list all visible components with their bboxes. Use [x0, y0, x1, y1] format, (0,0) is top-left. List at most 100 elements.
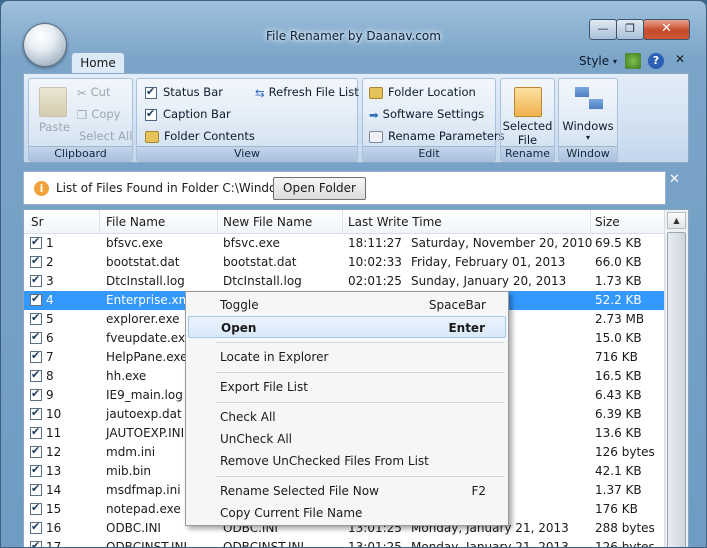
menu-item-rename-selected[interactable]: Rename Selected File Now F2	[188, 480, 506, 502]
cell-sr: 4	[46, 293, 54, 307]
folder-location-button[interactable]: Folder Location	[369, 85, 476, 99]
select-all-button[interactable]: Select All	[79, 129, 132, 143]
row-checkbox[interactable]	[30, 501, 42, 515]
menu-item-open[interactable]: Open Enter	[188, 316, 506, 338]
cell-size: 66.0 KB	[595, 255, 642, 269]
cell-size: 16.5 KB	[595, 369, 642, 383]
cell-file-name: notepad.exe	[106, 502, 181, 516]
row-checkbox[interactable]	[30, 539, 42, 547]
open-folder-button[interactable]: Open Folder	[273, 177, 366, 200]
cell-sr: 7	[46, 350, 54, 364]
group-label-clipboard: Clipboard	[29, 146, 132, 161]
close-button[interactable]: ✕	[643, 19, 690, 40]
printer-icon[interactable]	[625, 53, 641, 69]
rename-parameters-button[interactable]: Rename Parameters	[369, 129, 505, 143]
column-header-size[interactable]: Size	[595, 215, 620, 229]
maximize-button[interactable]: ❐	[616, 19, 644, 40]
arrow-right-icon: ➡	[369, 107, 379, 122]
row-checkbox[interactable]	[30, 482, 42, 496]
cut-label: Cut	[90, 85, 111, 99]
row-checkbox[interactable]	[30, 292, 42, 306]
column-header-last-write[interactable]: Last Write Time	[348, 215, 442, 229]
cell-sr: 14	[46, 483, 62, 497]
tab-home[interactable]: Home	[71, 52, 125, 74]
row-checkbox[interactable]	[30, 311, 42, 325]
row-checkbox[interactable]	[30, 368, 42, 382]
clipboard-file-icon	[514, 87, 542, 117]
row-checkbox[interactable]	[30, 444, 42, 458]
row-checkbox[interactable]	[30, 273, 42, 287]
folder-icon	[369, 86, 383, 99]
table-row[interactable]: 3 DtcInstall.log DtcInstall.log 02:01:25 Sun…	[24, 272, 664, 291]
table-row[interactable]: 1 bfsvc.exe bfsvc.exe 18:11:27 Saturday, Nov…	[24, 234, 664, 253]
row-checkbox[interactable]	[30, 254, 42, 268]
column-header-sr[interactable]: Sr	[31, 215, 44, 229]
row-checkbox[interactable]	[30, 425, 42, 439]
cell-new-file-name: DtcInstall.log	[223, 274, 302, 288]
cell-size: 1.73 KB	[595, 274, 642, 288]
folder-contents-button[interactable]: Folder Contents	[145, 129, 255, 143]
cell-size: 6.43 KB	[595, 388, 642, 402]
windows-button[interactable]: Windows ▾	[559, 119, 617, 142]
menu-item-export-file-list[interactable]: Export File List	[188, 376, 506, 398]
software-settings-button[interactable]: ➡ Software Settings	[369, 107, 484, 122]
chevron-down-icon[interactable]: ▾	[613, 57, 617, 66]
row-checkbox[interactable]	[30, 463, 42, 477]
list-header: Sr File Name New File Name Last Write Ti…	[24, 210, 664, 234]
caption-bar-checkbox[interactable]: Caption Bar	[145, 107, 231, 121]
cell-sr: 9	[46, 388, 54, 402]
table-row[interactable]: 2 bootstat.dat bootstat.dat 10:02:33 Friday,…	[24, 253, 664, 272]
cell-file-name: explorer.exe	[106, 312, 180, 326]
column-divider[interactable]	[590, 210, 591, 234]
cell-size: 716 KB	[595, 350, 638, 364]
cell-size: 6.39 KB	[595, 407, 642, 421]
row-checkbox[interactable]	[30, 387, 42, 401]
menu-item-remove-unchecked[interactable]: Remove UnChecked Files From List	[188, 450, 506, 472]
menu-item-toggle[interactable]: Toggle SpaceBar	[188, 294, 506, 316]
column-divider[interactable]	[99, 210, 100, 234]
cell-date: Saturday, November 20, 2010	[411, 236, 593, 250]
refresh-file-list-button[interactable]: ⇆ Refresh File List	[255, 85, 359, 100]
menu-item-copy-file-name[interactable]: Copy Current File Name	[188, 502, 506, 524]
column-header-new-file-name[interactable]: New File Name	[223, 215, 312, 229]
cut-button[interactable]: ✂ Cut	[77, 85, 110, 100]
cell-time: 18:11:27	[348, 236, 402, 250]
scroll-up-icon[interactable]: ▲	[667, 212, 686, 229]
app-window: File Renamer by Daanav.com — ❐ ✕ Home St…	[0, 0, 707, 548]
row-checkbox[interactable]	[30, 330, 42, 344]
row-checkbox[interactable]	[30, 406, 42, 420]
table-row[interactable]: 17 ODBCINST.INI ODBCINST.INI 13:01:25 Monday…	[24, 538, 664, 548]
minimize-button[interactable]: —	[589, 19, 617, 40]
row-checkbox[interactable]	[30, 349, 42, 363]
cell-size: 176 KB	[595, 502, 638, 516]
help-icon[interactable]: ?	[648, 53, 664, 69]
cell-date: Monday, January 21, 2013	[411, 540, 569, 548]
row-checkbox[interactable]	[30, 520, 42, 534]
info-bar-close-icon[interactable]: ✕	[669, 172, 680, 187]
selected-file-button[interactable]: Selected File	[501, 119, 554, 147]
ribbon-close-icon[interactable]: ✕	[672, 52, 688, 68]
style-menu[interactable]: Style	[579, 54, 609, 68]
menu-item-check-all[interactable]: Check All	[188, 406, 506, 428]
menu-label: UnCheck All	[220, 432, 292, 446]
application-menu-button[interactable]	[23, 23, 67, 67]
status-bar-checkbox[interactable]: Status Bar	[145, 85, 223, 99]
cell-new-file-name: bfsvc.exe	[223, 236, 280, 250]
paste-button[interactable]: Paste	[39, 120, 70, 134]
column-divider[interactable]	[342, 210, 343, 234]
row-checkbox[interactable]	[30, 235, 42, 249]
software-settings-label: Software Settings	[382, 107, 485, 121]
vertical-scrollbar[interactable]: ▲	[664, 210, 688, 547]
paste-icon	[39, 87, 67, 117]
menu-separator	[216, 372, 504, 373]
menu-item-uncheck-all[interactable]: UnCheck All	[188, 428, 506, 450]
cell-file-name: fveupdate.exe	[106, 331, 193, 345]
menu-item-locate-in-explorer[interactable]: Locate in Explorer	[188, 346, 506, 368]
scroll-thumb[interactable]	[667, 232, 686, 547]
scissors-icon: ✂	[77, 85, 87, 100]
column-header-file-name[interactable]: File Name	[106, 215, 165, 229]
column-divider[interactable]	[217, 210, 218, 234]
refresh-label: Refresh File List	[268, 85, 359, 99]
menu-shortcut: F2	[471, 484, 486, 498]
copy-button[interactable]: ❐ Copy	[77, 107, 120, 122]
